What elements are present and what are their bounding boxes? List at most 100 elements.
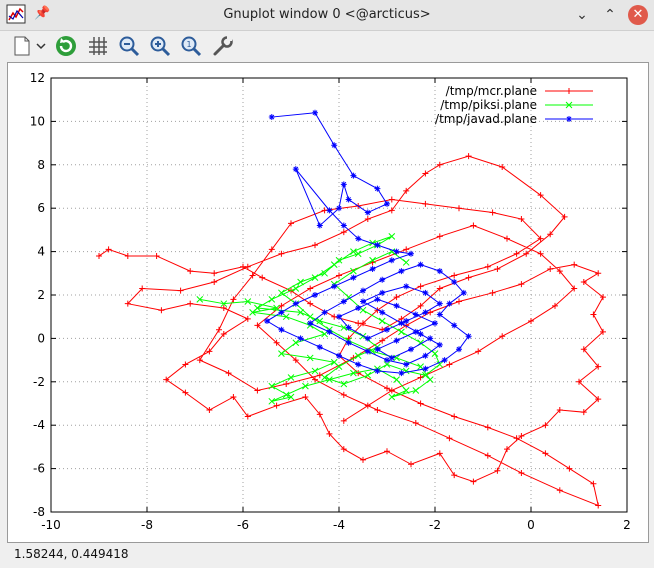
series-line	[266, 112, 470, 374]
data-point	[590, 480, 597, 487]
x-tick-label: -2	[429, 518, 441, 532]
data-point	[312, 292, 318, 298]
data-point	[412, 420, 419, 427]
data-point	[393, 337, 400, 344]
data-point	[268, 382, 276, 390]
data-point	[388, 393, 396, 401]
grid-icon[interactable]	[86, 34, 110, 58]
data-point	[379, 276, 386, 283]
data-point	[355, 235, 362, 242]
mouse-coordinates: 1.58244, 0.449418	[14, 547, 129, 561]
close-icon[interactable]: ✕	[628, 5, 648, 25]
data-point	[499, 333, 506, 340]
data-point	[283, 380, 290, 387]
data-point	[307, 300, 314, 307]
data-point	[311, 367, 319, 375]
y-tick-label: 0	[37, 331, 45, 345]
data-point	[504, 235, 510, 242]
data-point	[393, 376, 400, 383]
data-point	[456, 346, 462, 353]
data-point	[350, 172, 357, 179]
data-point	[451, 472, 458, 479]
data-point	[446, 361, 453, 368]
data-point	[590, 311, 597, 318]
data-point	[388, 196, 395, 203]
status-bar: 1.58244, 0.449418	[0, 543, 654, 568]
data-point	[451, 413, 458, 420]
data-point	[484, 263, 491, 270]
data-point	[326, 328, 333, 335]
data-point	[475, 348, 482, 355]
data-point	[259, 274, 266, 281]
data-point	[153, 252, 160, 259]
data-point	[441, 357, 448, 364]
data-point	[340, 417, 347, 424]
data-point	[402, 259, 410, 266]
legend-marker	[566, 116, 572, 122]
data-point	[465, 274, 472, 281]
data-point	[566, 465, 573, 472]
data-point	[216, 326, 222, 333]
data-point	[412, 387, 420, 394]
data-point	[350, 274, 357, 281]
data-point	[330, 261, 338, 268]
minimize-icon[interactable]: ⌄	[572, 5, 592, 25]
data-point	[374, 296, 381, 303]
data-point	[398, 268, 405, 275]
data-point	[364, 216, 371, 223]
data-point	[364, 209, 371, 216]
data-point	[364, 371, 372, 379]
data-point	[306, 313, 314, 321]
data-point	[345, 196, 352, 203]
data-point	[278, 326, 285, 333]
data-point	[456, 298, 462, 305]
y-tick-label: 10	[30, 114, 45, 128]
data-point	[187, 268, 194, 275]
data-point	[268, 295, 276, 303]
replot-icon[interactable]	[54, 34, 78, 58]
data-point	[436, 311, 443, 318]
svg-text:1: 1	[186, 40, 191, 49]
x-tick-label: -10	[41, 518, 61, 532]
data-point	[446, 435, 453, 442]
data-point	[571, 261, 578, 268]
data-point	[244, 315, 251, 322]
data-point	[360, 287, 366, 294]
data-point	[422, 365, 429, 372]
maximize-icon[interactable]: ⌃	[600, 5, 620, 25]
data-point	[355, 361, 362, 368]
export-icon[interactable]	[10, 34, 34, 58]
data-point	[374, 407, 381, 414]
settings-wrench-icon[interactable]	[211, 34, 235, 58]
data-point	[456, 205, 462, 212]
dropdown-chevron-icon[interactable]	[34, 34, 48, 58]
data-point	[484, 424, 491, 431]
zoom-fit-icon[interactable]: 1	[179, 34, 203, 58]
y-tick-label: -6	[33, 462, 45, 476]
legend-label: /tmp/piksi.plane	[440, 98, 537, 112]
data-point	[484, 452, 491, 459]
data-point	[436, 233, 443, 240]
data-point	[374, 346, 381, 353]
data-point	[312, 242, 318, 249]
data-point	[518, 469, 525, 476]
data-point	[417, 283, 424, 290]
data-point	[489, 289, 496, 296]
data-point	[374, 367, 381, 374]
data-point	[489, 209, 496, 216]
zoom-out-icon[interactable]	[117, 34, 141, 58]
zoom-in-icon[interactable]	[148, 34, 172, 58]
y-tick-label: 4	[37, 245, 45, 259]
data-point	[287, 374, 295, 381]
data-point	[307, 285, 314, 292]
data-point	[388, 257, 395, 264]
data-point	[470, 222, 477, 229]
data-point	[470, 478, 477, 485]
plot-area[interactable]: -10 -8 -6 -4 -2 0 2 -8 -6 -4 -2 0 2 4 6 8 10 12 /tmp/mcr.…	[7, 62, 649, 543]
data-point	[360, 456, 366, 463]
x-tick-label: -8	[141, 518, 153, 532]
legend-marker	[566, 88, 572, 94]
toolbar: 1	[0, 31, 654, 60]
data-point	[436, 161, 443, 168]
window-titlebar: 📌 Gnuplot window 0 <@arcticus> ⌄ ⌃ ✕	[0, 0, 654, 31]
